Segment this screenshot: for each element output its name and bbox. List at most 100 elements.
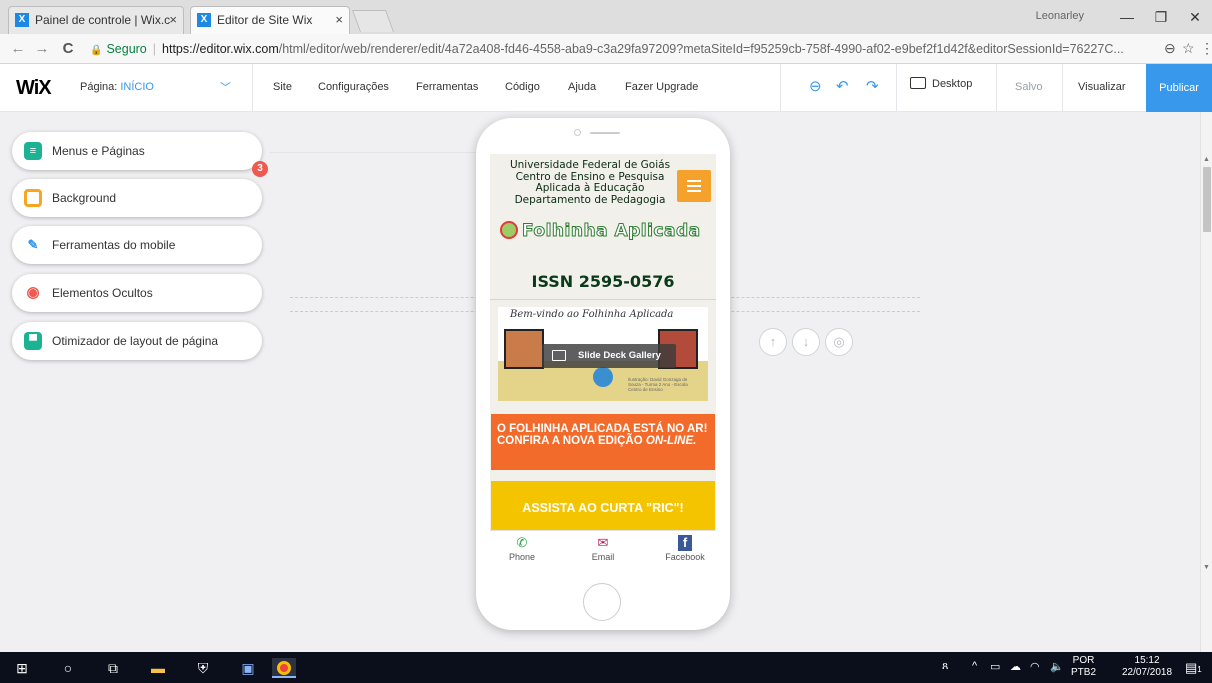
taskbar-clock[interactable]: 15:12 22/07/2018	[1122, 655, 1172, 679]
wix-favicon-icon: X	[197, 13, 211, 27]
vertical-scrollbar[interactable]: ▲ ▼	[1200, 112, 1212, 652]
logo-text: Folhinha Aplicada	[522, 221, 701, 242]
battery-icon[interactable]: ▭	[990, 660, 1000, 673]
panel-menus-pages-button[interactable]: ≡ Menus e Páginas	[12, 132, 262, 170]
panel-item-label: Background	[52, 191, 117, 205]
move-down-icon[interactable]: ↓	[792, 328, 820, 356]
close-window-button[interactable]: ✕	[1180, 6, 1210, 28]
browser-tab-strip: X Painel de controle | Wix.c × X Editor …	[0, 0, 1212, 34]
drawing-building	[504, 329, 544, 369]
notification-count: 1	[1197, 665, 1202, 674]
lock-icon: 🔒	[90, 45, 103, 56]
task-view-icon[interactable]: ⧉	[103, 658, 123, 678]
zoom-icon[interactable]: ⊖	[1164, 40, 1176, 57]
file-explorer-icon[interactable]: ▬	[148, 658, 168, 678]
menu-fazer-upgrade[interactable]: Fazer Upgrade	[625, 81, 698, 93]
mobile-screen[interactable]: Universidade Federal de Goiás Centro de …	[490, 154, 716, 564]
wifi-icon[interactable]: ◠	[1030, 660, 1040, 673]
scroll-up-icon[interactable]: ▲	[1203, 156, 1210, 163]
onedrive-icon[interactable]: ☁	[1010, 660, 1021, 673]
site-header-text[interactable]: Universidade Federal de Goiás Centro de …	[500, 159, 680, 206]
menu-site[interactable]: Site	[273, 81, 292, 93]
menu-ferramentas[interactable]: Ferramentas	[416, 81, 478, 93]
news-banner[interactable]: O FOLHINHA APLICADA ESTÁ NO AR! CONFIRA …	[491, 414, 715, 470]
divider	[896, 64, 897, 112]
action-facebook[interactable]: f Facebook	[655, 535, 715, 562]
facebook-icon: f	[678, 535, 692, 551]
volume-icon[interactable]: 🔈	[1050, 660, 1064, 673]
panel-mobile-tools-button[interactable]: ✎ Ferramentas do mobile	[12, 226, 262, 264]
panel-item-label: Elementos Ocultos	[52, 286, 153, 300]
site-logo[interactable]: Folhinha Aplicada	[500, 221, 710, 251]
undo-icon[interactable]: ↶	[836, 77, 849, 95]
chrome-menu-icon[interactable]: ⋮	[1200, 40, 1212, 57]
bookmark-star-icon[interactable]: ☆	[1182, 40, 1195, 57]
desktop-toggle-button[interactable]: Desktop	[910, 77, 972, 90]
hide-element-icon[interactable]: ◎	[825, 328, 853, 356]
input-language[interactable]: POR PTB2	[1071, 655, 1096, 679]
preview-button[interactable]: Visualizar	[1078, 81, 1126, 93]
divider	[780, 64, 781, 112]
chrome-taskbar-icon[interactable]	[272, 658, 296, 678]
page-label: Página:	[80, 81, 118, 93]
tab-wix-dashboard[interactable]: X Painel de controle | Wix.c ×	[8, 6, 184, 34]
tab-close-icon[interactable]: ×	[169, 7, 177, 33]
scroll-down-icon[interactable]: ▼	[1203, 564, 1210, 571]
tray-chevron-icon[interactable]: ^	[972, 660, 977, 672]
drawing-figure	[593, 367, 613, 387]
panel-background-button[interactable]: Background	[12, 179, 262, 217]
chevron-down-icon[interactable]: ﹀	[220, 79, 231, 95]
profile-name[interactable]: Leonarley	[1036, 10, 1084, 22]
action-email[interactable]: ✉ Email	[573, 535, 633, 562]
tab-close-icon[interactable]: ×	[335, 7, 343, 33]
panel-layout-optimizer-button[interactable]: ▀ Otimizador de layout de página	[12, 322, 262, 360]
wix-editor-topbar: WiX Página: INÍCIO ﹀ Site Configurações …	[0, 64, 1212, 112]
zoom-out-icon[interactable]: ⊖	[809, 77, 822, 95]
move-up-icon[interactable]: ↑	[759, 328, 787, 356]
url-host: https://editor.wix.com	[162, 42, 279, 56]
wrench-icon: ✎	[24, 236, 42, 254]
phone-icon: ✆	[516, 535, 528, 550]
menu-ajuda[interactable]: Ajuda	[568, 81, 596, 93]
lang-line1: POR	[1072, 655, 1095, 666]
phone-home-button	[583, 583, 621, 621]
new-tab-button[interactable]	[351, 10, 395, 32]
search-icon[interactable]: ○	[58, 658, 78, 678]
scrollbar-thumb[interactable]	[1203, 167, 1211, 232]
watch-short-button[interactable]: ASSISTA AO CURTA "RIC"!	[491, 481, 715, 537]
phone-speaker	[590, 132, 620, 134]
people-icon[interactable]: ጸ	[942, 660, 948, 673]
divider	[1062, 64, 1063, 112]
wix-logo[interactable]: WiX	[16, 77, 52, 100]
minimize-button[interactable]: —	[1112, 6, 1142, 28]
redo-icon[interactable]: ↷	[866, 77, 879, 95]
panel-hidden-elements-button[interactable]: ◉ Elementos Ocultos	[12, 274, 262, 312]
secure-label: Seguro	[106, 42, 147, 56]
divider	[490, 299, 716, 300]
windows-start-icon[interactable]: ⊞	[12, 658, 32, 678]
action-phone[interactable]: ✆ Phone	[492, 535, 552, 562]
security-shield-icon[interactable]: ⛨	[193, 658, 213, 678]
reload-icon[interactable]: C	[58, 39, 78, 59]
hidden-count-badge: 3	[252, 161, 268, 177]
save-status[interactable]: Salvo	[1015, 81, 1043, 93]
issn-text[interactable]: ISSN 2595-0576	[490, 272, 716, 291]
action-label: Email	[591, 552, 615, 562]
restore-button[interactable]: ❐	[1146, 6, 1176, 28]
tab-wix-editor[interactable]: X Editor de Site Wix ×	[190, 6, 350, 34]
publish-button[interactable]: Publicar	[1146, 64, 1212, 112]
url-field[interactable]: 🔒 Seguro | https://editor.wix.com/html/edit…	[90, 38, 1155, 60]
hamburger-menu-icon[interactable]	[677, 170, 711, 202]
word-app-icon[interactable]: ▣	[238, 658, 258, 678]
page-selector[interactable]: Página: INÍCIO	[80, 81, 154, 93]
forward-icon[interactable]: →	[32, 39, 52, 59]
url-path: /html/editor/web/renderer/edit/4a72a408-…	[278, 42, 1124, 56]
background-icon	[24, 189, 42, 207]
slide-deck-gallery-tag[interactable]: Slide Deck Gallery	[542, 344, 676, 368]
screen: X Painel de controle | Wix.c × X Editor …	[0, 0, 1212, 683]
action-center-icon[interactable]: ▤1	[1185, 660, 1202, 676]
windows-taskbar: ⊞ ○ ⧉ ▬ ⛨ ▣ ጸ ^ ▭ ☁ ◠ 🔈 POR PTB2 15:12 2…	[0, 652, 1212, 683]
back-icon[interactable]: ←	[8, 39, 28, 59]
menu-codigo[interactable]: Código	[505, 81, 540, 93]
menu-configuracoes[interactable]: Configurações	[318, 81, 389, 93]
